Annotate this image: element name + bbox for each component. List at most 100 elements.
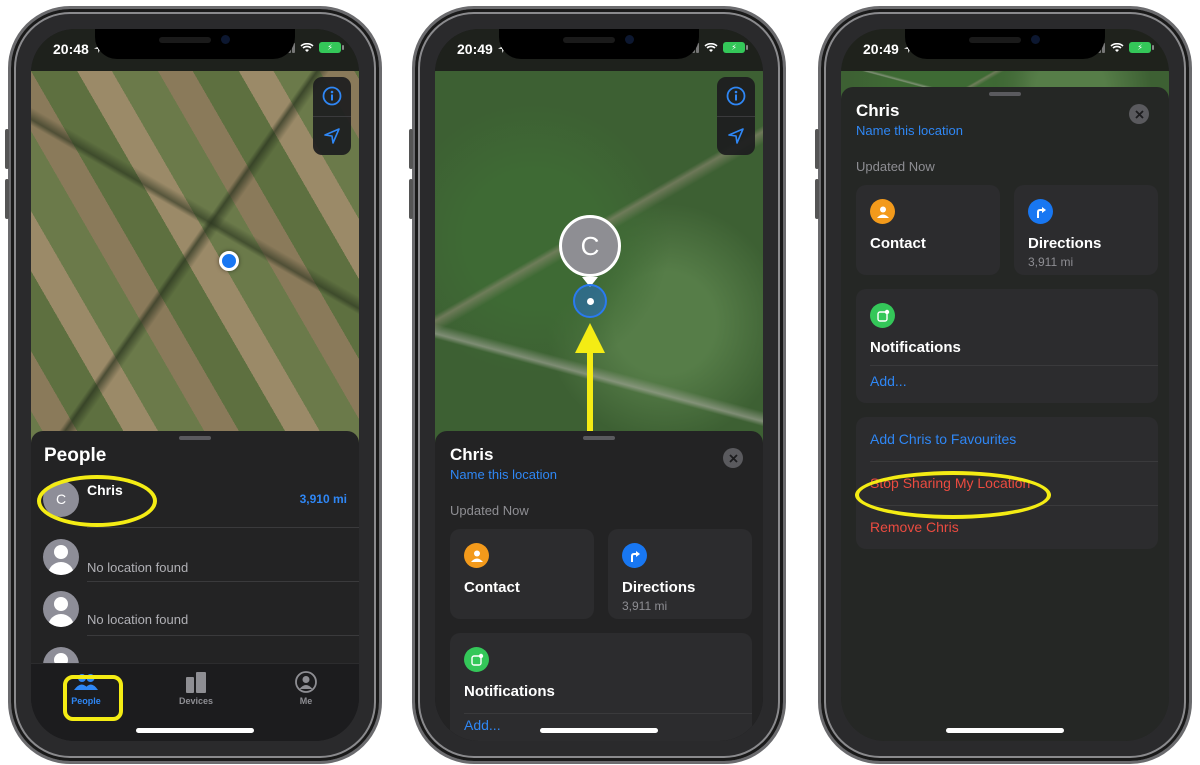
- wifi-icon: [1110, 42, 1124, 52]
- screen: 20:49 ⚡ Chris Name this location Updated…: [841, 29, 1169, 741]
- directions-label: Directions: [1028, 235, 1102, 252]
- volume-down-button: [5, 179, 9, 219]
- tab-devices[interactable]: Devices: [166, 670, 226, 706]
- status-time: 20:48: [53, 41, 89, 57]
- add-notification-button[interactable]: Add...: [464, 717, 501, 733]
- updated-label: Updated Now: [856, 159, 935, 174]
- map-controls: [313, 77, 351, 155]
- sheet-grabber[interactable]: [179, 436, 211, 440]
- remove-person-button[interactable]: Remove Chris: [870, 519, 959, 535]
- volume-up-button: [409, 129, 413, 169]
- divider: [87, 527, 359, 528]
- tab-people[interactable]: People: [56, 670, 116, 706]
- screen: 20:49 ⚡ C Chris Name this location Updat…: [435, 29, 763, 741]
- map-satellite[interactable]: [31, 71, 359, 491]
- divider: [87, 581, 359, 582]
- sheet-grabber[interactable]: [989, 92, 1021, 96]
- person-status: No location found: [87, 611, 189, 627]
- divider: [464, 713, 752, 714]
- directions-icon: [622, 543, 647, 568]
- directions-icon: [1028, 199, 1053, 224]
- avatar-placeholder: [43, 539, 79, 575]
- volume-up-button: [5, 129, 9, 169]
- avatar: C: [43, 481, 79, 517]
- volume-up-button: [815, 129, 819, 169]
- close-icon: [728, 453, 738, 463]
- tab-label: People: [71, 696, 101, 706]
- home-indicator[interactable]: [946, 728, 1064, 733]
- notifications-label: Notifications: [870, 339, 961, 356]
- directions-distance: 3,911 mi: [622, 599, 668, 613]
- map-locate-button[interactable]: [313, 115, 351, 156]
- divider: [870, 365, 1158, 366]
- sheet-grabber[interactable]: [583, 436, 615, 440]
- sheet-title: People: [44, 445, 107, 466]
- status-time: 20:49: [863, 41, 899, 57]
- person-title: Chris: [856, 101, 900, 120]
- person-map-pin[interactable]: C: [559, 215, 621, 277]
- directions-distance: 3,911 mi: [1028, 255, 1074, 269]
- add-to-favourites-button[interactable]: Add Chris to Favourites: [870, 431, 1016, 447]
- notch: [95, 29, 295, 59]
- map-info-button[interactable]: [717, 77, 755, 116]
- volume-down-button: [815, 179, 819, 219]
- notch: [905, 29, 1105, 59]
- divider: [870, 461, 1158, 462]
- contact-card[interactable]: Contact: [450, 529, 594, 619]
- home-indicator[interactable]: [540, 728, 658, 733]
- phone-person-detail-map: 20:49 ⚡ C Chris Name this location Updat…: [409, 6, 786, 764]
- contact-icon: [464, 543, 489, 568]
- person-distance: 3,910 mi: [299, 492, 347, 506]
- notifications-label: Notifications: [464, 683, 555, 700]
- add-notification-button[interactable]: Add...: [870, 373, 907, 389]
- tab-me[interactable]: Me: [276, 670, 336, 706]
- updated-label: Updated Now: [450, 503, 529, 518]
- tab-label: Me: [299, 696, 313, 706]
- notifications-icon: [464, 647, 489, 672]
- phone-person-detail-expanded: 20:49 ⚡ Chris Name this location Updated…: [815, 6, 1192, 764]
- person-row[interactable]: No location found: [43, 583, 359, 635]
- volume-down-button: [409, 179, 413, 219]
- screen: 20:48 ⚡ People C Chris 3,910 mi No locat…: [31, 29, 359, 741]
- map-satellite[interactable]: C: [435, 71, 763, 491]
- tab-label: Devices: [178, 696, 214, 706]
- yellow-arrow-annotation: [575, 323, 605, 443]
- close-button[interactable]: [723, 448, 743, 468]
- person-row[interactable]: No location found: [43, 531, 359, 583]
- contact-label: Contact: [870, 235, 926, 252]
- notifications-icon: [870, 303, 895, 328]
- battery-charging-icon: ⚡: [1129, 42, 1154, 53]
- close-icon: [1134, 109, 1144, 119]
- name-location-link[interactable]: Name this location: [450, 467, 557, 482]
- notifications-card: Notifications Add...: [856, 289, 1158, 403]
- map-info-button[interactable]: [313, 77, 351, 116]
- map-locate-button[interactable]: [717, 115, 755, 156]
- divider: [87, 635, 359, 636]
- location-arrow-icon: [728, 127, 744, 144]
- battery-charging-icon: ⚡: [319, 42, 344, 53]
- wifi-icon: [704, 42, 718, 52]
- actions-card: Add Chris to Favourites Stop Sharing My …: [856, 417, 1158, 549]
- wifi-icon: [300, 42, 314, 52]
- stop-sharing-location-button[interactable]: Stop Sharing My Location: [870, 475, 1030, 491]
- avatar-initial: C: [55, 491, 67, 507]
- avatar-placeholder: [43, 591, 79, 627]
- location-arrow-icon: [324, 127, 340, 144]
- directions-card[interactable]: Directions 3,911 mi: [1014, 185, 1158, 275]
- person-row-chris[interactable]: C Chris 3,910 mi: [43, 473, 359, 525]
- directions-label: Directions: [622, 579, 696, 596]
- battery-charging-icon: ⚡: [723, 42, 748, 53]
- contact-label: Contact: [464, 579, 520, 596]
- person-title: Chris: [450, 445, 494, 464]
- close-button[interactable]: [1129, 104, 1149, 124]
- contact-icon: [870, 199, 895, 224]
- person-detail-sheet: Chris Name this location Updated Now Con…: [435, 431, 763, 741]
- status-time: 20:49: [457, 41, 493, 57]
- notch: [499, 29, 699, 59]
- directions-card[interactable]: Directions 3,911 mi: [608, 529, 752, 619]
- contact-card[interactable]: Contact: [856, 185, 1000, 275]
- home-indicator[interactable]: [136, 728, 254, 733]
- info-icon: [726, 86, 746, 106]
- devices-icon: [186, 672, 206, 693]
- name-location-link[interactable]: Name this location: [856, 123, 963, 138]
